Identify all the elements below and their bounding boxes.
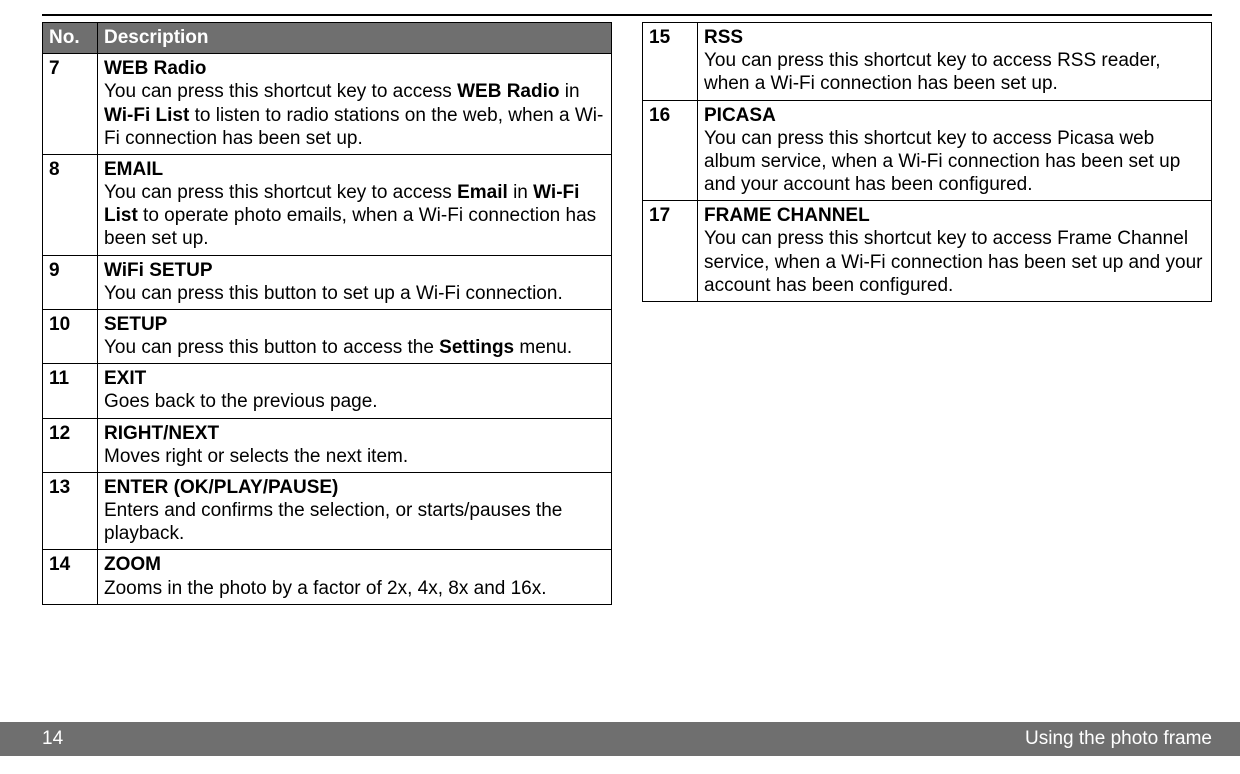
table-row: 13ENTER (OK/PLAY/PAUSE)Enters and confir… [43, 472, 612, 550]
row-number: 11 [43, 364, 98, 418]
row-number: 12 [43, 418, 98, 472]
row-description: RIGHT/NEXTMoves right or selects the nex… [98, 418, 612, 472]
row-title: SETUP [104, 314, 167, 335]
row-desc-text: You can press this shortcut key to acces… [704, 50, 1161, 94]
page-footer: 14 Using the photo frame [0, 722, 1240, 756]
row-number: 17 [643, 201, 698, 302]
row-description: RSSYou can press this shortcut key to ac… [698, 23, 1212, 101]
row-title: EXIT [104, 368, 146, 389]
table-row: 9WiFi SETUPYou can press this button to … [43, 255, 612, 309]
row-desc-text: You can press this button to access the … [104, 337, 572, 358]
row-desc-text: You can press this button to set up a Wi… [104, 283, 563, 304]
row-description: SETUPYou can press this button to access… [98, 309, 612, 363]
row-description: ZOOM Zooms in the photo by a factor of 2x… [98, 550, 612, 604]
row-desc-text: Zooms in the photo by a factor of 2x, 4x… [104, 578, 547, 599]
row-title: WiFi SETUP [104, 260, 213, 281]
remote-functions-table-left: No. Description 7WEB RadioYou can press … [42, 22, 612, 605]
row-description: EXITGoes back to the previous page. [98, 364, 612, 418]
row-title: RIGHT/NEXT [104, 423, 219, 444]
row-desc-text: Enters and confirms the selection, or st… [104, 500, 562, 544]
row-desc-text: You can press this shortcut key to acces… [704, 128, 1180, 195]
page-number: 14 [42, 728, 63, 750]
table-row: 12RIGHT/NEXTMoves right or selects the n… [43, 418, 612, 472]
top-rule [42, 14, 1212, 16]
table-row: 11EXITGoes back to the previous page. [43, 364, 612, 418]
remote-functions-table-right: 15RSSYou can press this shortcut key to … [642, 22, 1212, 302]
row-number: 13 [43, 472, 98, 550]
row-title: PICASA [704, 105, 776, 126]
row-number: 16 [643, 100, 698, 201]
row-desc-text: Goes back to the previous page. [104, 391, 378, 412]
row-title: FRAME CHANNEL [704, 205, 870, 226]
row-desc-text: You can press this shortcut key to acces… [704, 228, 1203, 295]
section-title: Using the photo frame [1025, 728, 1212, 750]
table-row: 15RSSYou can press this shortcut key to … [643, 23, 1212, 101]
row-number: 15 [643, 23, 698, 101]
col-header-no: No. [43, 23, 98, 54]
row-description: WiFi SETUPYou can press this button to s… [98, 255, 612, 309]
row-desc-text: You can press this shortcut key to acces… [104, 182, 596, 249]
row-number: 8 [43, 154, 98, 255]
table-row: 16PICASAYou can press this shortcut key … [643, 100, 1212, 201]
row-description: FRAME CHANNELYou can press this shortcut… [698, 201, 1212, 302]
row-number: 7 [43, 54, 98, 155]
row-title: ZOOM [104, 554, 161, 575]
col-header-desc: Description [98, 23, 612, 54]
row-description: EMAILYou can press this shortcut key to … [98, 154, 612, 255]
row-title: WEB Radio [104, 58, 206, 79]
table-row: 17FRAME CHANNELYou can press this shortc… [643, 201, 1212, 302]
table-row: 8EMAILYou can press this shortcut key to… [43, 154, 612, 255]
row-title: ENTER (OK/PLAY/PAUSE) [104, 477, 338, 498]
row-title: EMAIL [104, 159, 163, 180]
row-number: 14 [43, 550, 98, 604]
table-row: 10SETUPYou can press this button to acce… [43, 309, 612, 363]
row-desc-text: You can press this shortcut key to acces… [104, 81, 603, 148]
table-row: 14 ZOOM Zooms in the photo by a factor of … [43, 550, 612, 604]
table-row: 7WEB RadioYou can press this shortcut ke… [43, 54, 612, 155]
row-desc-text: Moves right or selects the next item. [104, 446, 408, 467]
row-description: PICASAYou can press this shortcut key to… [698, 100, 1212, 201]
row-description: ENTER (OK/PLAY/PAUSE)Enters and confirms… [98, 472, 612, 550]
row-description: WEB RadioYou can press this shortcut key… [98, 54, 612, 155]
row-number: 10 [43, 309, 98, 363]
row-number: 9 [43, 255, 98, 309]
row-title: RSS [704, 27, 743, 48]
